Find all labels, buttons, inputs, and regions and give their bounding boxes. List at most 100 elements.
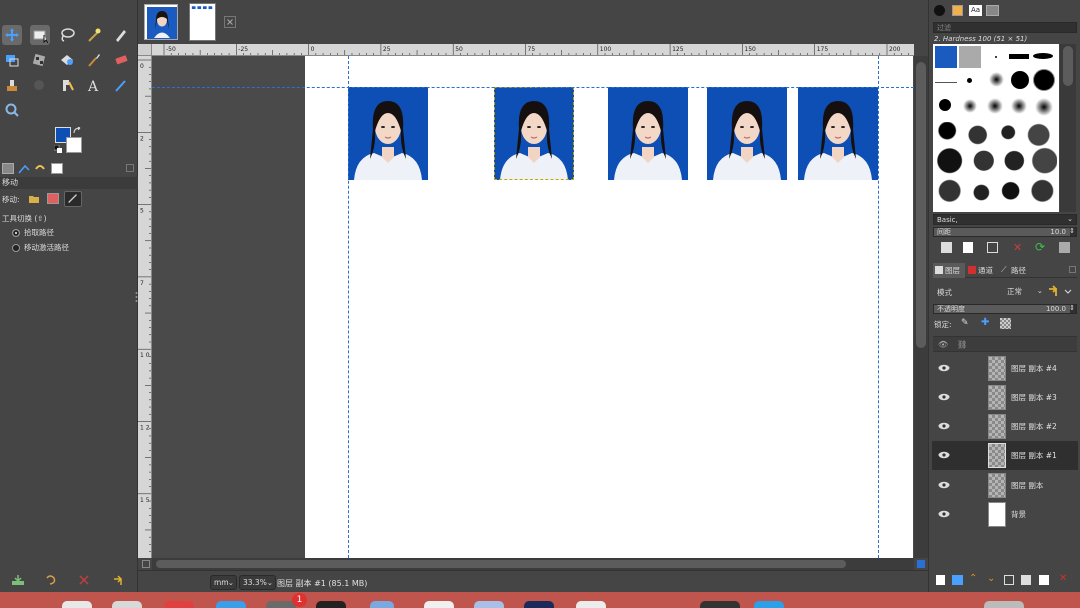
- clone-tool-icon[interactable]: [2, 75, 22, 95]
- rect-select-tool-icon[interactable]: [30, 25, 50, 45]
- eye-icon[interactable]: [938, 509, 950, 519]
- fuzzy-select-tool-icon[interactable]: [84, 25, 104, 45]
- mode-dropdown[interactable]: 正常 ⌄: [1007, 285, 1043, 298]
- layer-row-selected[interactable]: 图层 副本 #1: [932, 441, 1078, 470]
- radio-pick-path[interactable]: 拾取路径: [12, 227, 54, 238]
- image-thumbnail-document[interactable]: [189, 3, 216, 41]
- opacity-slider[interactable]: 不透明度 100.0 ⇕: [933, 304, 1077, 314]
- eye-icon[interactable]: [938, 480, 950, 490]
- chain-column-icon[interactable]: ⛓: [957, 340, 967, 349]
- smudge-tool-icon[interactable]: [111, 75, 131, 95]
- close-image-tab-icon[interactable]: [224, 16, 236, 28]
- move-selection-icon[interactable]: [47, 193, 59, 204]
- heal-tool-icon[interactable]: [29, 75, 49, 95]
- radio-move-active-path-dot[interactable]: [12, 243, 20, 252]
- files-app-icon[interactable]: [370, 601, 394, 608]
- background-color-swatch[interactable]: [66, 137, 82, 153]
- finder-app-icon[interactable]: [62, 601, 92, 608]
- guide-vertical-right[interactable]: [878, 56, 879, 558]
- chrome-app-icon[interactable]: [164, 601, 194, 608]
- edit-brush-icon[interactable]: [941, 242, 952, 253]
- brush-textures[interactable]: [935, 122, 1057, 208]
- layer-mask-icon[interactable]: [1039, 575, 1049, 585]
- vertical-scrollbar-thumb[interactable]: [916, 62, 926, 348]
- refresh-brushes-icon[interactable]: ⟳: [1035, 240, 1045, 254]
- eye-icon[interactable]: [938, 421, 950, 431]
- lasso-tool-icon[interactable]: [57, 25, 77, 45]
- guide-horizontal-top[interactable]: [152, 87, 914, 88]
- zoom-tool-icon[interactable]: [2, 100, 22, 120]
- configure-tab-icon[interactable]: [1069, 266, 1076, 273]
- undo-history-tab-icon[interactable]: [34, 163, 46, 174]
- layer-row[interactable]: 图层 副本 #2: [932, 412, 1078, 441]
- spacing-slider[interactable]: 间距 10.0 ⇕: [933, 227, 1077, 237]
- align-tool-icon[interactable]: [2, 50, 22, 70]
- text-tool-icon[interactable]: A: [84, 75, 104, 95]
- safari-app-icon[interactable]: [216, 601, 246, 608]
- merge-layer-icon[interactable]: [1021, 575, 1031, 585]
- color-picker-tool-icon[interactable]: [57, 75, 77, 95]
- image-thumbnail-portrait[interactable]: [144, 4, 178, 40]
- appstore-app-icon[interactable]: [576, 601, 606, 608]
- document-history-tab-icon[interactable]: [986, 5, 999, 16]
- spacing-spinner-icon[interactable]: ⇕: [1069, 227, 1075, 235]
- lower-layer-icon[interactable]: ⌄: [987, 573, 995, 584]
- reset-options-icon[interactable]: [112, 574, 124, 586]
- layer-row[interactable]: 图层 副本 #4: [932, 354, 1078, 383]
- raise-layer-icon[interactable]: ⌃: [969, 573, 977, 584]
- reset-colors-icon[interactable]: [53, 144, 62, 153]
- id-photo-1[interactable]: [348, 87, 428, 180]
- horizontal-ruler[interactable]: -50 -25 0 25 50 75 100 125 150 175 200: [152, 44, 914, 56]
- lock-alpha-icon[interactable]: [1000, 318, 1011, 329]
- brush-grid-scrollbar[interactable]: [1060, 44, 1076, 212]
- warp-tool-icon[interactable]: [57, 50, 77, 70]
- brush-clipboard-image[interactable]: [935, 46, 957, 68]
- editor-app-icon[interactable]: [424, 601, 454, 608]
- lock-position-icon[interactable]: ✚: [981, 317, 989, 328]
- new-layer-group-icon[interactable]: [952, 575, 963, 585]
- horizontal-scrollbar-thumb[interactable]: [156, 560, 846, 568]
- radio-move-active-path[interactable]: 移动激活路径: [12, 242, 69, 253]
- quick-mask-toggle-icon[interactable]: [142, 560, 150, 568]
- id-photo-5[interactable]: [798, 87, 878, 180]
- downloads-app-icon[interactable]: [984, 601, 1024, 608]
- navigate-icon[interactable]: [917, 560, 925, 568]
- new-brush-icon[interactable]: [963, 242, 973, 253]
- brushes-tab-icon[interactable]: [934, 5, 945, 16]
- zoom-dropdown[interactable]: 33.3% ⌄: [239, 575, 276, 590]
- eraser-tool-icon[interactable]: [111, 50, 131, 70]
- duplicate-layer-icon[interactable]: [1004, 575, 1014, 585]
- radio-pick-path-dot[interactable]: [12, 228, 20, 237]
- unit-dropdown[interactable]: mm ⌄: [210, 575, 237, 590]
- preview-app-icon[interactable]: [474, 601, 504, 608]
- brush-grid-scrollbar-thumb[interactable]: [1063, 46, 1073, 86]
- open-brush-as-image-icon[interactable]: [1059, 242, 1070, 253]
- eye-icon[interactable]: [938, 363, 950, 373]
- launchpad-app-icon[interactable]: [112, 601, 142, 608]
- swap-colors-icon[interactable]: [73, 126, 82, 135]
- mail-app-icon[interactable]: [754, 601, 784, 608]
- tool-options-tab-icon[interactable]: [2, 163, 14, 174]
- tab-channels[interactable]: 通道: [966, 263, 998, 278]
- brush-clipboard-mask[interactable]: [959, 46, 981, 68]
- eye-icon[interactable]: [938, 392, 950, 402]
- restore-preset-icon[interactable]: [44, 574, 56, 586]
- new-layer-icon[interactable]: [936, 575, 945, 585]
- brush-tag-dropdown[interactable]: Basic, ⌄: [933, 214, 1077, 225]
- delete-brush-icon[interactable]: ✕: [1013, 241, 1022, 254]
- mode-switch-button[interactable]: [1047, 284, 1075, 299]
- delete-layer-icon[interactable]: ✕: [1059, 573, 1067, 584]
- id-photo-4[interactable]: [707, 87, 787, 180]
- fonts-tab-icon[interactable]: Aa: [969, 5, 982, 16]
- vertical-ruler[interactable]: 0 2 5 7 1 0 1 2 1 5: [138, 56, 152, 558]
- canvas-viewport[interactable]: [152, 56, 914, 558]
- terminal-app-icon[interactable]: [316, 601, 346, 608]
- images-tab-icon[interactable]: [51, 163, 63, 174]
- paths-tool-icon[interactable]: [111, 25, 131, 45]
- lock-pixels-icon[interactable]: ✎: [961, 318, 969, 328]
- tab-paths[interactable]: ⟋ 路径: [999, 263, 1031, 278]
- guide-vertical-left[interactable]: [348, 56, 349, 558]
- configure-tab-icon[interactable]: [126, 164, 134, 172]
- tab-layers[interactable]: 图层: [933, 263, 965, 278]
- id-photo-2[interactable]: [494, 87, 574, 180]
